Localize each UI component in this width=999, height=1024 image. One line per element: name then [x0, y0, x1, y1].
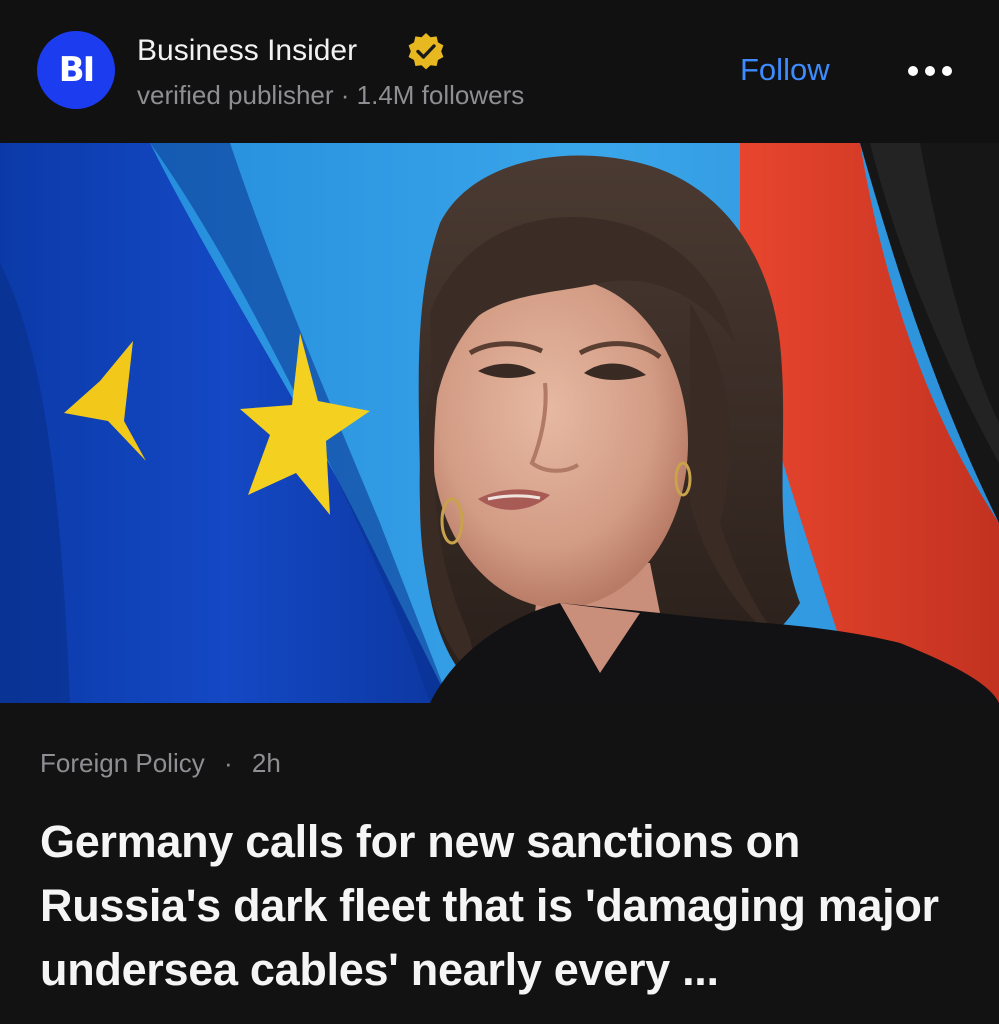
- publisher-name[interactable]: Business Insider: [137, 34, 357, 68]
- publisher-meta: verified publisher · 1.4M followers: [137, 80, 525, 110]
- article-photo: [0, 143, 999, 703]
- follow-button[interactable]: Follow: [740, 52, 830, 88]
- more-options-icon[interactable]: [905, 60, 955, 82]
- article-category[interactable]: Foreign Policy: [40, 748, 205, 778]
- article-image[interactable]: [0, 143, 999, 703]
- publisher-header: BI Business Insider verified publisher ·…: [0, 0, 999, 143]
- verified-badge-icon: [408, 33, 444, 70]
- meta-separator: ·: [223, 748, 233, 778]
- article-headline[interactable]: Germany calls for new sanctions on Russi…: [40, 810, 970, 1002]
- article-age: 2h: [251, 748, 281, 778]
- publisher-logo[interactable]: BI: [37, 31, 115, 109]
- feed-card[interactable]: BI Business Insider verified publisher ·…: [0, 0, 999, 1024]
- article-meta: Foreign Policy · 2h: [40, 748, 281, 779]
- publisher-logo-text: BI: [58, 50, 96, 90]
